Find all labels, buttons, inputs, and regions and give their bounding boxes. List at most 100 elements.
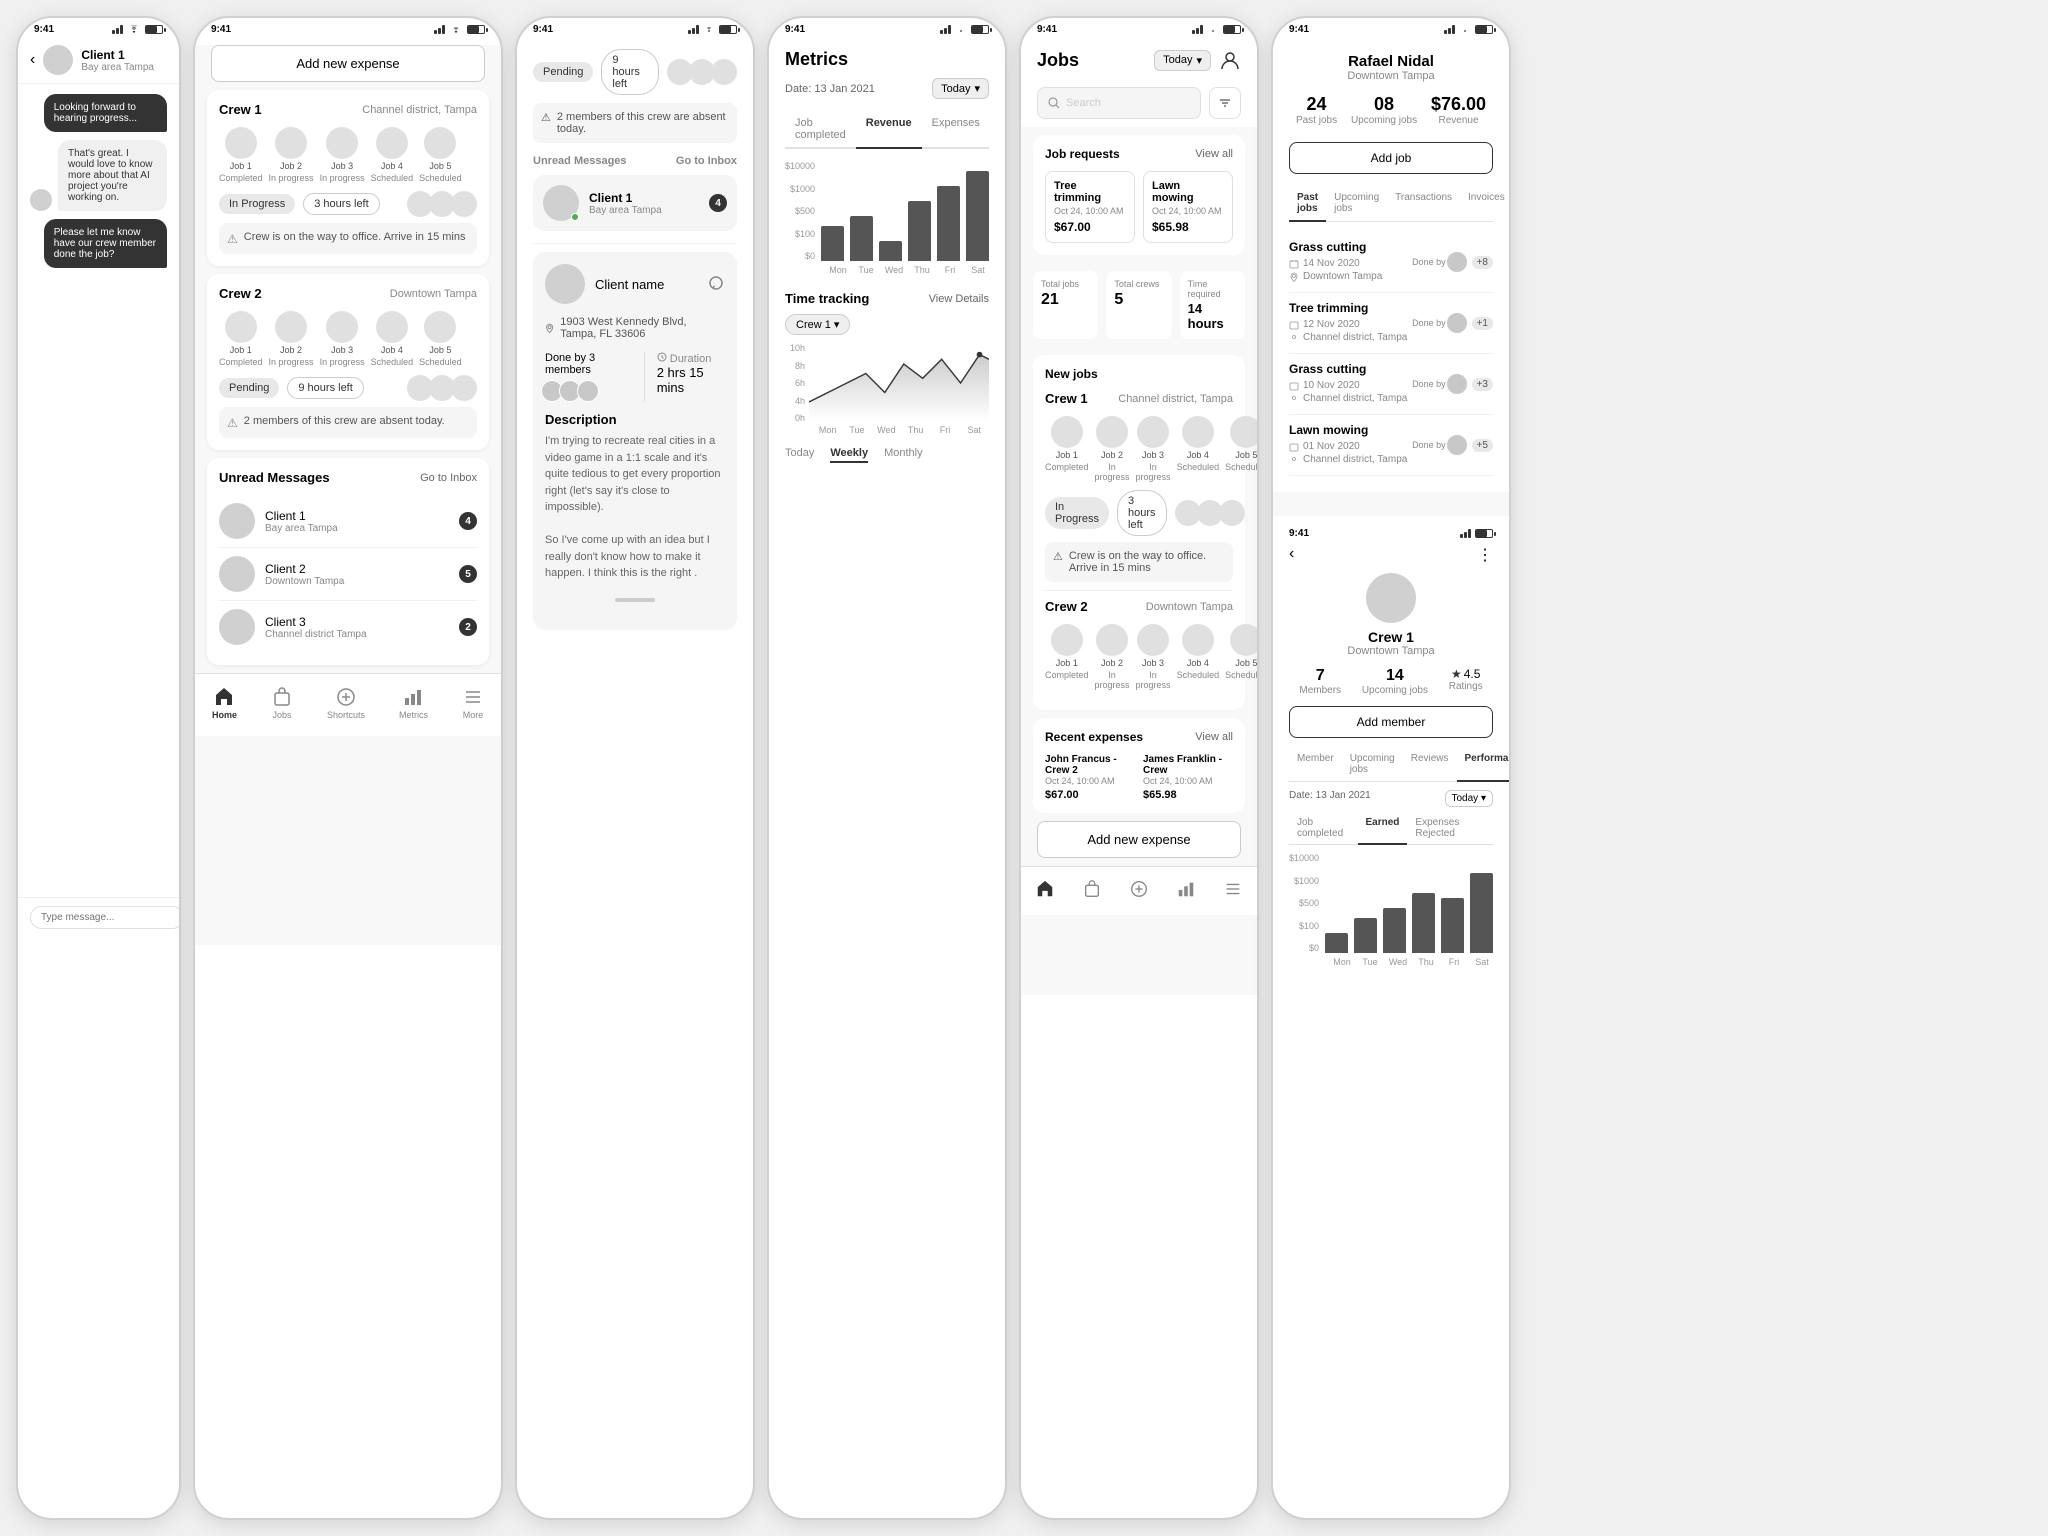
add-job-button[interactable]: Add job xyxy=(1289,142,1493,174)
job-item: Job 2 In progress xyxy=(269,127,314,183)
today-select-button[interactable]: Today ▾ xyxy=(1154,50,1211,71)
pending-badge[interactable]: Pending xyxy=(219,378,279,398)
tab-member[interactable]: Member xyxy=(1289,748,1342,782)
done-duration-row: Done by 3 members Duration 2 hrs 15 mins xyxy=(545,352,725,402)
job-location-row: 1903 West Kennedy Blvd, Tampa, FL 33606 xyxy=(545,316,725,340)
perf-bar-mon xyxy=(1325,933,1348,953)
goto-inbox-link[interactable]: Go to Inbox xyxy=(420,472,477,484)
nav-metrics[interactable]: Metrics xyxy=(391,682,436,724)
nav-more[interactable]: More xyxy=(454,682,492,724)
tab-earned[interactable]: Earned xyxy=(1358,813,1408,845)
tab-performance[interactable]: Performance xyxy=(1457,748,1511,782)
filter-button[interactable] xyxy=(1209,87,1241,119)
client1-msg-info: Client 1 Bay area Tampa xyxy=(589,191,662,216)
tab-past-jobs[interactable]: Past jobs xyxy=(1289,186,1326,222)
nav-jobs[interactable]: Jobs xyxy=(263,682,301,724)
crew2-jobs-name: Crew 2 xyxy=(1045,599,1088,614)
back-button[interactable]: ‹ xyxy=(30,51,35,69)
more-icon xyxy=(462,686,484,708)
client2-info: Client 2 Downtown Tampa xyxy=(265,562,449,587)
hours-left-2: 9 hours left xyxy=(601,49,659,95)
time-1: 9:41 xyxy=(211,24,231,35)
nav-shortcuts[interactable]: Shortcuts xyxy=(319,682,373,724)
chat-input[interactable] xyxy=(30,906,181,929)
client-profile-stats: 24 Past jobs 08 Upcoming jobs $76.00 Rev… xyxy=(1289,94,1493,126)
wifi-icon-5 xyxy=(1459,25,1471,34)
filter-icon xyxy=(1218,96,1232,110)
add-member-button[interactable]: Add member xyxy=(1289,706,1493,738)
panel1-content: Add new expense Crew 1 Channel district,… xyxy=(195,45,501,945)
today-button-crew[interactable]: Today ▾ xyxy=(1445,790,1494,807)
tab-expenses[interactable]: Expenses xyxy=(922,111,990,149)
input-area xyxy=(18,897,179,937)
view-all-expenses[interactable]: View all xyxy=(1195,731,1233,743)
add-expense-button[interactable]: Add new expense xyxy=(211,45,485,82)
crew2-alert: ⚠ 2 members of this crew are absent toda… xyxy=(219,407,477,438)
tab-reviews[interactable]: Reviews xyxy=(1403,748,1457,782)
past-jobs-stat: 24 Past jobs xyxy=(1296,94,1337,126)
job-card: Client name 1903 West Kennedy Blvd, Tamp… xyxy=(533,252,737,630)
job-item: Job 1 Completed xyxy=(219,311,263,367)
job-request-2[interactable]: Lawn mowing Oct 24, 10:00 AM $65.98 xyxy=(1143,171,1233,243)
view-details-link[interactable]: View Details xyxy=(929,293,989,305)
main-jobs-phone: 9:41 Add new expense Crew 1 Channel dist… xyxy=(193,16,503,1520)
duration-value: 2 hrs 15 mins xyxy=(657,365,725,395)
tab-monthly[interactable]: Monthly xyxy=(884,447,923,463)
panel2-content: Pending 9 hours left ⚠ 2 members of this… xyxy=(517,37,753,937)
tab-upcoming-jobs-crew[interactable]: Upcoming jobs xyxy=(1342,748,1403,782)
tab-weekly[interactable]: Weekly xyxy=(830,447,868,463)
today-button[interactable]: Today ▾ xyxy=(932,78,989,99)
message-item-2[interactable]: Client 2 Downtown Tampa 5 xyxy=(219,548,477,601)
total-jobs-stat: Total jobs 21 xyxy=(1033,271,1098,339)
nav-home-4[interactable] xyxy=(1027,875,1063,903)
crew-more-button[interactable]: ⋮ xyxy=(1477,545,1493,565)
tab-job-completed-perf[interactable]: Job completed xyxy=(1289,813,1358,845)
message-sent-2: Please let me know have our crew member … xyxy=(44,219,167,268)
bottom-nav-1: Home Jobs Shortcuts Metrics More xyxy=(195,673,501,736)
message-item-1[interactable]: Client 1 Bay area Tampa 4 xyxy=(219,495,477,548)
crew1-section: Crew 1 Channel district, Tampa Job 1 Com… xyxy=(207,90,489,266)
tab-job-completed[interactable]: Job completed xyxy=(785,111,856,149)
nav-shortcuts-4[interactable] xyxy=(1121,875,1157,903)
message-icon[interactable] xyxy=(707,275,725,293)
tab-expenses-rejected[interactable]: Expenses Rejected xyxy=(1407,813,1493,845)
job-item: Job 3 In progress xyxy=(320,127,365,183)
nav-jobs-4[interactable] xyxy=(1074,875,1110,903)
tab-transactions[interactable]: Transactions xyxy=(1387,186,1460,222)
client-detail-avatar xyxy=(545,264,585,304)
view-all-requests[interactable]: View all xyxy=(1195,148,1233,160)
members-stat: 7 Members xyxy=(1299,667,1341,696)
add-expense-button-4[interactable]: Add new expense xyxy=(1037,821,1241,858)
crew-name-large: Crew 1 xyxy=(1289,629,1493,645)
message-item-3[interactable]: Client 3 Channel district Tampa 2 xyxy=(219,601,477,653)
client-profile-tabs: Past jobs Upcoming jobs Transactions Inv… xyxy=(1289,186,1493,222)
nav-home[interactable]: Home xyxy=(204,682,245,724)
nav-more-4[interactable] xyxy=(1215,875,1251,903)
crew-back-button[interactable]: ‹ xyxy=(1289,545,1294,565)
period-tabs: Today Weekly Monthly xyxy=(785,447,989,463)
go-to-inbox[interactable]: Go to Inbox xyxy=(676,155,737,167)
signal-2 xyxy=(688,25,699,34)
inprogress-badge[interactable]: In Progress xyxy=(219,194,295,214)
tab-upcoming-jobs[interactable]: Upcoming jobs xyxy=(1326,186,1387,222)
tab-revenue[interactable]: Revenue xyxy=(856,111,922,149)
battery-icon-1 xyxy=(467,25,485,34)
profile-icon[interactable] xyxy=(1219,49,1241,71)
chat-client-name: Client 1 xyxy=(81,48,167,62)
crew-select-button[interactable]: Crew 1 ▾ xyxy=(785,314,850,335)
job-request-1[interactable]: Tree trimming Oct 24, 10:00 AM $67.00 xyxy=(1045,171,1135,243)
line-point xyxy=(977,352,983,358)
time-left-badge-3: 3 hours left xyxy=(1117,490,1167,536)
tab-today[interactable]: Today xyxy=(785,447,814,463)
past-job-1: Grass cutting 14 Nov 2020 Downtown Tampa xyxy=(1289,232,1493,293)
tab-invoices[interactable]: Invoices xyxy=(1460,186,1511,222)
wifi-icon xyxy=(127,25,141,35)
nav-metrics-4[interactable] xyxy=(1168,875,1204,903)
message-sent-1: Looking forward to hearing progress... xyxy=(44,94,167,132)
messages-header: Unread Messages Go to Inbox xyxy=(219,470,477,485)
profiles-phone: 9:41 Rafael Nidal Downtown Tampa 24 Past… xyxy=(1271,16,1511,1520)
crew-profile-panel: 9:41 ‹ ⋮ Crew 1 Downtown Tampa 7 Members xyxy=(1273,516,1509,995)
job-detail-phone: 9:41 Pending 9 hours left ⚠ 2 members of… xyxy=(515,16,755,1520)
signal-crew xyxy=(1460,529,1471,538)
past-jobs-list: Grass cutting 14 Nov 2020 Downtown Tampa xyxy=(1289,232,1493,476)
